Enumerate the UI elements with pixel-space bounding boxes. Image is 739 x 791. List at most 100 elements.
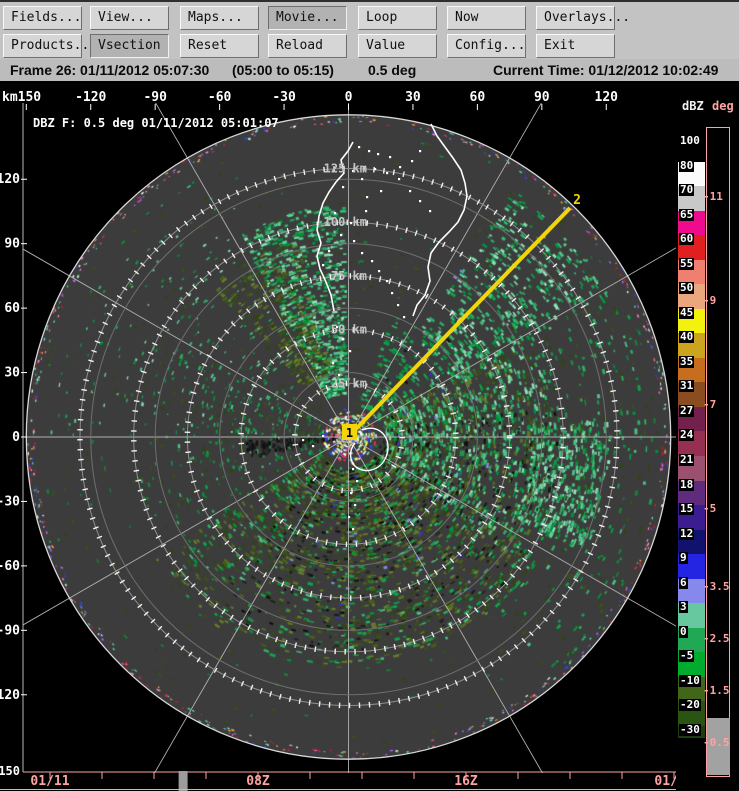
cross-section-line[interactable]: 12 (342, 193, 581, 440)
toolbar: Fields... View... Maps... Movie... Loop Now Ov… (0, 0, 739, 59)
colorbar-value: 40 (679, 330, 695, 344)
map-dot (328, 250, 331, 253)
map-dot (312, 445, 315, 448)
top-axis-label: 90 (534, 90, 550, 105)
frame-info: Frame 26: 01/11/2012 05:07:30 (10, 62, 210, 78)
colorbar-band: 15 (678, 502, 705, 530)
map-dot (391, 292, 394, 295)
dbz-colorbar: dBZ 100 80 70 65 60 55 50 45 40 35 31 27 24 21 18 15 12 9… (676, 83, 706, 791)
loop-button[interactable]: Loop (358, 6, 437, 30)
top-axis-label: -30 (272, 90, 296, 105)
products-button[interactable]: Products... (3, 34, 97, 58)
elevation-tick-9[interactable]: -9 (703, 294, 716, 307)
time-axis-label-0111: 01/11 (30, 774, 69, 789)
map-dot (352, 528, 355, 531)
left-axis-label: 60 (4, 301, 20, 316)
field-annotation: DBZ F: 0.5 deg 01/11/2012 05:01:07 (33, 116, 279, 130)
elevation-tick-1.5[interactable]: -1.5 (703, 684, 730, 697)
current-time: Current Time: 01/12/2012 10:02:49 (493, 62, 719, 78)
exit-button[interactable]: Exit (536, 34, 615, 58)
top-axis-label: 30 (405, 90, 421, 105)
left-axis-bottom-label: -150 (0, 764, 20, 778)
reload-button[interactable]: Reload (268, 34, 347, 58)
view-button[interactable]: View... (90, 6, 169, 30)
map-dot (361, 178, 364, 181)
reset-button[interactable]: Reset (180, 34, 259, 58)
map-dot (342, 186, 345, 189)
status-bar: Frame 26: 01/11/2012 05:07:30 (05:00 to … (0, 59, 739, 84)
map-dot (322, 435, 325, 438)
map-dot (403, 316, 406, 319)
ring-label-75: 75 km (331, 269, 367, 283)
colorbar-band: 60 (678, 233, 705, 260)
colorbar-value: 35 (679, 354, 695, 368)
map-dot (398, 178, 401, 181)
colorbar-value: -10 (679, 673, 701, 687)
map-dot (378, 270, 381, 273)
map-dot (349, 350, 352, 353)
cidd-radar-app: Fields... View... Maps... Movie... Loop Now Ov… (0, 0, 739, 791)
config-button[interactable]: Config... (447, 34, 526, 58)
map-dot (322, 264, 325, 267)
maps-button[interactable]: Maps... (180, 6, 259, 30)
colorbar-value: 0 (679, 624, 688, 638)
map-dot (386, 172, 389, 175)
map-dot (374, 168, 377, 171)
top-axis-km-label: km150 (2, 90, 41, 105)
elevation-tick-7[interactable]: -7 (703, 398, 716, 411)
ring-label-50: 50 km (331, 323, 367, 337)
colorbar-band: -30 (678, 722, 705, 738)
time-axis[interactable]: 01/11 08Z 16Z 01/12 (0, 771, 739, 791)
map-dot (386, 280, 389, 283)
map-dot (366, 196, 369, 199)
top-axis-label: 60 (470, 90, 486, 105)
map-boundary-east (412, 123, 468, 317)
left-axis-label: -60 (0, 559, 20, 574)
vsection-line[interactable] (349, 206, 572, 436)
left-axis-label: -120 (0, 688, 20, 703)
colorbar-value: 70 (679, 183, 695, 197)
map-dot (334, 212, 337, 215)
top-axis-label: -60 (208, 90, 232, 105)
value-button[interactable]: Value (358, 34, 437, 58)
colorbar-value: 6 (679, 575, 688, 589)
movie-button[interactable]: Movie... (268, 6, 347, 30)
colorbar-value: 15 (679, 502, 695, 516)
colorbar-value: -30 (679, 722, 701, 736)
overlays-button[interactable]: Overlays... (536, 6, 630, 30)
map-dot (429, 210, 432, 213)
colorbar-value: 100 (679, 134, 701, 147)
colorbar-title: dBZ (682, 99, 704, 113)
ring-label-125: 125 km (324, 162, 367, 176)
map-dot (397, 304, 400, 307)
colorbar-value: -20 (679, 698, 701, 712)
elevation-tick-5[interactable]: -5 (703, 502, 716, 515)
now-button[interactable]: Now (447, 6, 526, 30)
elevation-tick-11[interactable]: -11 (703, 190, 723, 203)
colorbar-band: 21 (678, 454, 705, 481)
map-dot (368, 150, 371, 153)
elevation-scale[interactable]: deg -11 -9 -7 -5 -3.5 -2.5 -1.5 -0.5 (703, 83, 739, 791)
map-dot (419, 150, 422, 153)
fields-button[interactable]: Fields... (3, 6, 82, 30)
map-dot (356, 480, 359, 483)
vsection-end-label: 2 (573, 193, 581, 208)
ring-label-100: 100 km (324, 215, 367, 229)
colorbar-value: 45 (679, 305, 695, 319)
colorbar-band: 70 (678, 183, 705, 211)
left-axis-label: 120 (0, 172, 20, 187)
vsection-button[interactable]: Vsection (90, 34, 169, 58)
map-dot (332, 362, 335, 365)
colorbar-value: -5 (679, 649, 695, 663)
colorbar-value: 9 (679, 551, 688, 565)
elevation-tick-0.5[interactable]: -0.5 (703, 736, 730, 749)
frame-position-marker[interactable] (178, 771, 188, 791)
elevation-tick-2.5[interactable]: -2.5 (703, 632, 730, 645)
elevation-readout: 0.5 deg (368, 62, 417, 78)
map-dot (350, 492, 353, 495)
elevation-tick-3.5[interactable]: -3.5 (703, 580, 730, 593)
top-axis-label: 120 (595, 90, 619, 105)
map-dot (353, 240, 356, 243)
map-dot (380, 190, 383, 193)
vsection-start-label: 1 (346, 426, 353, 440)
